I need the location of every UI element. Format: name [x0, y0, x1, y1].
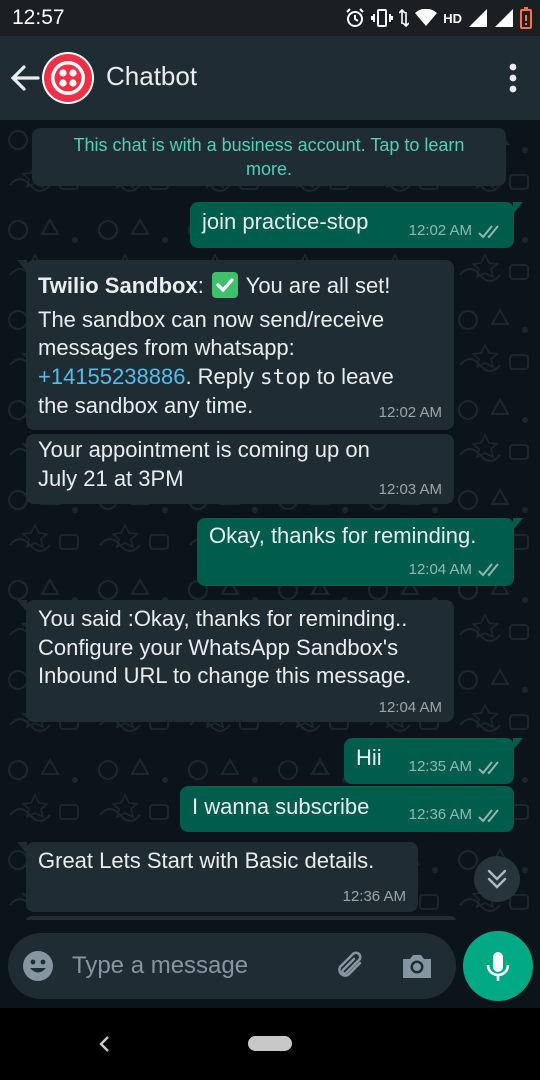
message-time: 12:04 AM [378, 699, 442, 716]
message-bubble-outgoing[interactable]: Hii 12:35 AM [344, 738, 523, 784]
check-mark-icon [211, 272, 238, 298]
chevrons-down-icon [487, 869, 507, 889]
bubble-tail [513, 202, 523, 214]
network-type: HD [443, 10, 462, 26]
chat-title[interactable]: Chatbot [106, 61, 197, 92]
keyword-stop: stop [260, 365, 311, 389]
message-time: 12:02 AM [378, 404, 442, 421]
message-text: Hii [356, 745, 382, 770]
message-line: +14155238886. Reply stop to leave [38, 363, 394, 392]
message-text: join practice-stop [202, 209, 369, 234]
scroll-down-button[interactable] [474, 856, 520, 902]
message-text: Great Lets Start with Basic details. [38, 848, 375, 873]
sender-name: Twilio Sandbox [38, 273, 198, 298]
message-time: 12:03 AM [378, 481, 442, 498]
message-bubble-incoming[interactable]: Great Lets Start with Basic details. 12:… [17, 842, 418, 912]
reply-text: . Reply [185, 364, 261, 389]
status-text: You are all set! [245, 273, 391, 298]
phone-link[interactable]: +14155238886 [38, 364, 185, 389]
message-bubble-outgoing[interactable]: I wanna subscribe 12:36 AM [180, 786, 514, 832]
data-arrows-icon [399, 8, 410, 28]
message-line: the sandbox any time. [38, 393, 254, 418]
message-time: 12:35 AM [408, 758, 472, 775]
alarm-icon [346, 8, 364, 27]
message-time: 12:36 AM [342, 888, 406, 905]
message-bubble-incoming[interactable]: You said :Okay, thanks for reminding.. C… [17, 600, 454, 722]
business-account-notice[interactable]: This chat is with a business account. Ta… [32, 128, 506, 186]
reply-text-post: to leave [310, 364, 394, 389]
vibrate-icon [371, 9, 394, 27]
chat-area[interactable]: This chat is with a business account. Ta… [0, 120, 540, 920]
message-text: Your appointment is coming up on July 21… [38, 437, 370, 491]
message-text: I wanna subscribe [192, 794, 370, 819]
message-line: messages from whatsapp: [38, 335, 295, 360]
camera-icon[interactable] [400, 950, 434, 982]
message-time: 12:36 AM [408, 806, 472, 823]
status-bar: 12:57 HD [0, 0, 540, 36]
message-bubble-partial [26, 916, 456, 920]
message-line: The sandbox can now send/receive [38, 307, 385, 332]
message-text: Okay, thanks for reminding. [209, 523, 477, 548]
bubble-tail [513, 738, 523, 750]
double-check-icon [478, 809, 499, 823]
chat-header: Chatbot [0, 36, 540, 120]
status-time: 12:57 [12, 6, 65, 29]
signal-icon-2 [495, 9, 513, 27]
more-vert-icon[interactable] [508, 62, 518, 94]
message-input[interactable]: Type a message [72, 952, 248, 980]
message-bubble-outgoing[interactable]: Okay, thanks for reminding. 12:04 AM [197, 518, 523, 586]
message-time: 12:02 AM [408, 222, 472, 239]
bubble-tail [17, 260, 27, 272]
mic-button[interactable] [463, 931, 533, 1001]
double-check-icon [478, 761, 499, 775]
emoji-icon[interactable] [22, 950, 54, 982]
message-bubble-incoming[interactable]: Your appointment is coming up on July 21… [26, 434, 454, 504]
avatar[interactable] [42, 52, 94, 104]
bubble-tail [17, 600, 27, 612]
message-text: Twilio Sandbox: You are all set! [38, 272, 391, 298]
twilio-logo-icon [44, 54, 92, 102]
nav-home-button[interactable] [248, 1036, 292, 1051]
battery-icon [520, 7, 532, 29]
message-time: 12:04 AM [408, 561, 472, 578]
notice-text: This chat is with a business account. Ta… [73, 135, 465, 179]
wifi-icon [415, 9, 438, 26]
attach-icon[interactable] [334, 949, 368, 983]
signal-icon [469, 9, 487, 27]
message-composer: Type a message [8, 933, 456, 999]
status-icons: HD [345, 6, 532, 30]
message-bubble-outgoing[interactable]: join practice-stop 12:02 AM [190, 202, 523, 248]
double-check-icon [478, 225, 499, 239]
mic-icon [486, 952, 510, 981]
nav-back-icon[interactable] [96, 1034, 112, 1054]
message-text: You said :Okay, thanks for reminding.. C… [38, 606, 412, 688]
bubble-tail [17, 842, 27, 854]
double-check-icon [478, 563, 499, 577]
bubble-tail [513, 518, 523, 530]
message-bubble-incoming[interactable]: Twilio Sandbox: You are all set! The san… [17, 260, 454, 430]
back-arrow-icon[interactable] [8, 58, 42, 98]
